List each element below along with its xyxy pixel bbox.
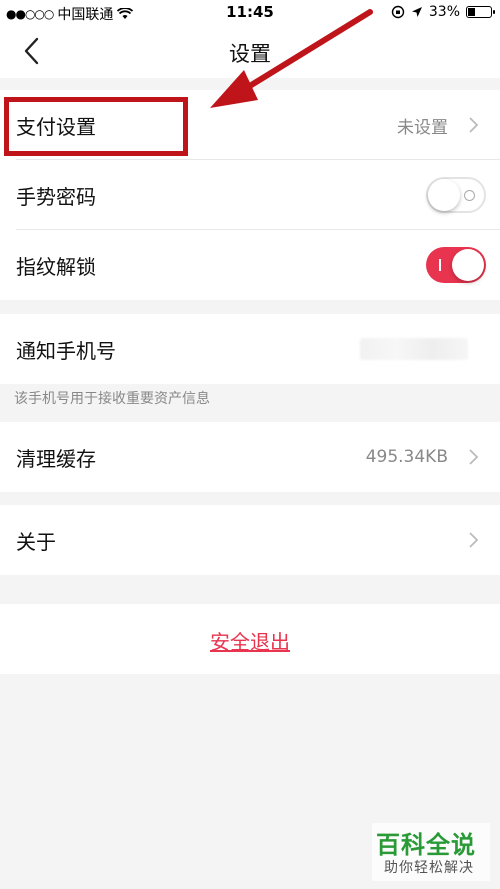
toggle-knob bbox=[428, 179, 460, 211]
about-group: 关于 bbox=[0, 505, 500, 575]
phone-number-redacted bbox=[360, 338, 468, 360]
gesture-password-toggle[interactable] bbox=[426, 177, 486, 213]
clear-cache-row[interactable]: 清理缓存 495.34KB bbox=[0, 422, 500, 492]
phone-hint-text: 该手机号用于接收重要资产信息 bbox=[14, 391, 210, 407]
chevron-right-icon bbox=[469, 449, 479, 465]
battery-icon bbox=[466, 6, 495, 18]
chevron-right-icon bbox=[469, 117, 479, 133]
battery-level bbox=[468, 8, 475, 16]
toggle-knob bbox=[452, 249, 484, 281]
status-right: 33% bbox=[391, 4, 495, 20]
watermark-logo: 百科全说 助你轻松解决 bbox=[372, 823, 490, 881]
fingerprint-unlock-label: 指纹解锁 bbox=[16, 254, 96, 279]
watermark-title: 百科全说 bbox=[376, 831, 476, 859]
nav-bar: 设置 bbox=[0, 26, 500, 78]
fingerprint-unlock-toggle[interactable] bbox=[426, 247, 486, 283]
status-bar: ●●○○○ 中国联通 11:45 33% bbox=[0, 0, 500, 26]
toggle-off-icon bbox=[464, 190, 475, 201]
logout-button[interactable]: 安全退出 bbox=[0, 604, 500, 674]
payment-settings-value: 未设置 bbox=[397, 117, 448, 138]
logout-label: 安全退出 bbox=[210, 630, 290, 654]
watermark-subtitle: 助你轻松解决 bbox=[384, 860, 474, 876]
orientation-lock-icon bbox=[391, 5, 405, 19]
about-label: 关于 bbox=[16, 529, 56, 554]
phone-group: 通知手机号 bbox=[0, 314, 500, 384]
notify-phone-label: 通知手机号 bbox=[16, 338, 116, 363]
gesture-password-label: 手势密码 bbox=[16, 184, 96, 209]
cache-size-value: 495.34KB bbox=[365, 447, 448, 467]
page-title: 设置 bbox=[229, 42, 271, 66]
fingerprint-unlock-row: 指纹解锁 bbox=[0, 230, 500, 300]
chevron-right-icon bbox=[469, 532, 479, 548]
gesture-password-row: 手势密码 bbox=[0, 160, 500, 230]
toggle-on-icon bbox=[439, 259, 441, 271]
cache-group: 清理缓存 495.34KB bbox=[0, 422, 500, 492]
location-arrow-icon bbox=[411, 7, 422, 17]
battery-percent: 33% bbox=[428, 4, 460, 20]
clear-cache-label: 清理缓存 bbox=[16, 446, 96, 471]
about-row[interactable]: 关于 bbox=[0, 505, 500, 575]
notify-phone-row[interactable]: 通知手机号 bbox=[0, 314, 500, 384]
annotation-highlight-box bbox=[4, 97, 188, 156]
